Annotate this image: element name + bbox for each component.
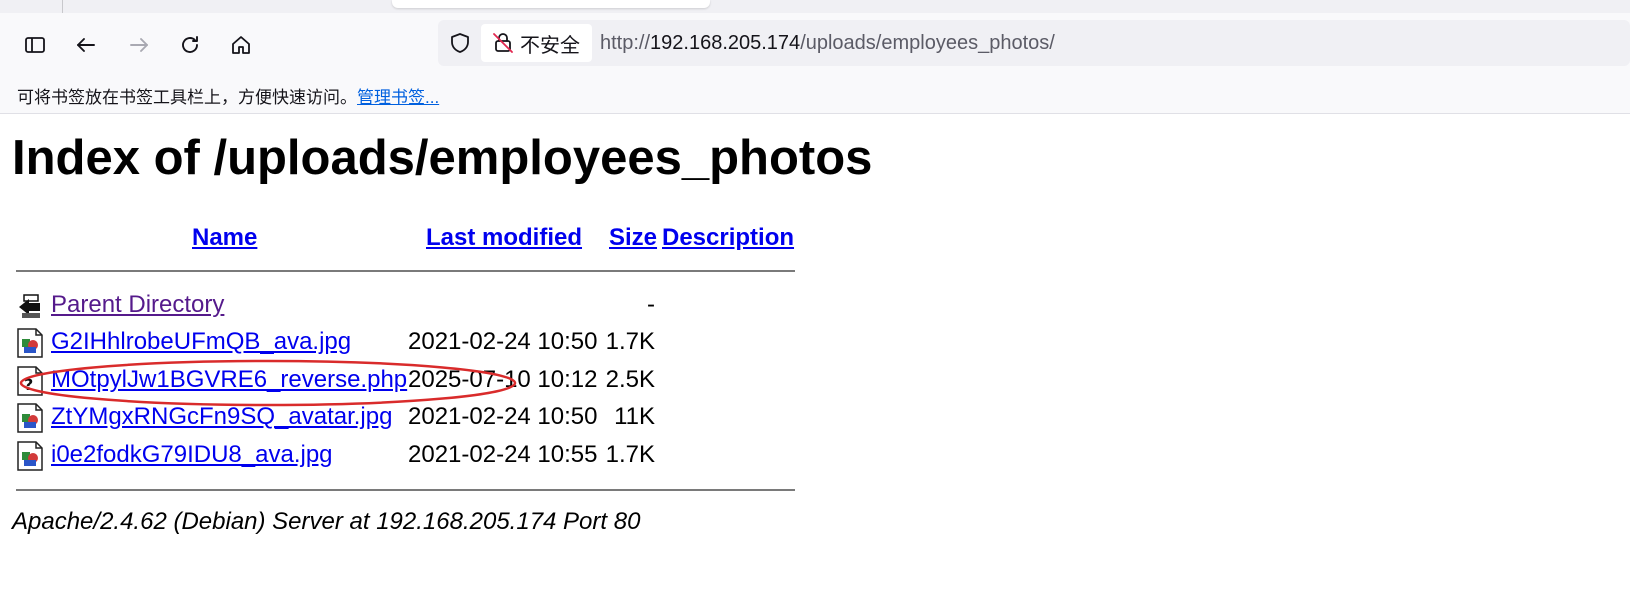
row-size: 1.7K — [605, 441, 655, 468]
tab-divider — [62, 0, 63, 13]
row-size: - — [647, 291, 655, 318]
image-file-icon — [17, 441, 43, 471]
header-divider — [16, 270, 795, 272]
page-title: Index of /uploads/employees_photos — [12, 131, 873, 185]
active-tab[interactable] — [392, 0, 710, 8]
row-modified: 2021-02-24 10:50 — [408, 328, 598, 355]
column-header-size: Size — [609, 224, 657, 252]
row-size: 1.7K — [605, 328, 655, 355]
parent-directory-link[interactable]: Parent Directory — [51, 291, 224, 319]
sidebar-icon[interactable] — [20, 30, 50, 60]
list-item: Parent Directory - — [16, 289, 816, 323]
column-header-last-modified: Last modified — [426, 224, 582, 252]
sort-by-last-modified-link[interactable]: Last modified — [426, 224, 582, 251]
server-signature: Apache/2.4.62 (Debian) Server at 192.168… — [12, 508, 641, 535]
url-scheme: http:// — [600, 32, 651, 54]
sort-by-description-link[interactable]: Description — [662, 224, 794, 251]
shield-icon[interactable] — [448, 31, 472, 55]
back-folder-icon — [19, 294, 40, 318]
home-icon[interactable] — [226, 30, 256, 60]
bookmarks-hint-text: 可将书签放在书签工具栏上，方便快速访问。 — [17, 88, 357, 107]
back-arrow-icon[interactable] — [71, 30, 101, 60]
image-file-icon — [17, 328, 43, 358]
sort-by-size-link[interactable]: Size — [609, 224, 657, 251]
page-content: Index of /uploads/employees_photos Name … — [0, 114, 1630, 594]
address-bar[interactable]: 不安全 http://192.168.205.174/uploads/emplo… — [438, 20, 1630, 66]
tab-strip — [0, 0, 1630, 13]
sort-by-name-link[interactable]: Name — [192, 224, 257, 251]
reload-icon[interactable] — [175, 30, 205, 60]
column-header-description: Description — [662, 224, 794, 252]
file-link[interactable]: i0e2fodkG79IDU8_ava.jpg — [51, 441, 333, 469]
list-item: G2IHhlrobeUFmQB_ava.jpg 2021-02-24 10:50… — [16, 326, 816, 360]
insecure-lock-icon — [493, 33, 513, 53]
row-modified: 2021-02-24 10:55 — [408, 441, 598, 468]
file-link[interactable]: G2IHhlrobeUFmQB_ava.jpg — [51, 328, 351, 356]
insecure-connection-indicator[interactable]: 不安全 — [481, 24, 592, 62]
list-item: i0e2fodkG79IDU8_ava.jpg 2021-02-24 10:55… — [16, 439, 816, 473]
bookmarks-hint: 可将书签放在书签工具栏上，方便快速访问。管理书签... — [17, 83, 439, 108]
footer-divider — [16, 489, 795, 491]
row-size: 11K — [614, 403, 655, 430]
bookmarks-toolbar: 可将书签放在书签工具栏上，方便快速访问。管理书签... — [0, 75, 1630, 114]
navigation-toolbar: 不安全 http://192.168.205.174/uploads/emplo… — [0, 13, 1630, 75]
column-header-name: Name — [192, 224, 257, 252]
insecure-label: 不安全 — [520, 34, 580, 57]
url-host: 192.168.205.174 — [650, 32, 801, 54]
manage-bookmarks-link[interactable]: 管理书签... — [357, 88, 439, 107]
highlight-ellipse — [19, 359, 517, 407]
row-size: 2.5K — [605, 366, 655, 393]
forward-arrow-icon[interactable] — [124, 30, 154, 60]
url-path: /uploads/employees_photos/ — [800, 32, 1055, 54]
url-text[interactable]: http://192.168.205.174/uploads/employees… — [600, 32, 1055, 55]
